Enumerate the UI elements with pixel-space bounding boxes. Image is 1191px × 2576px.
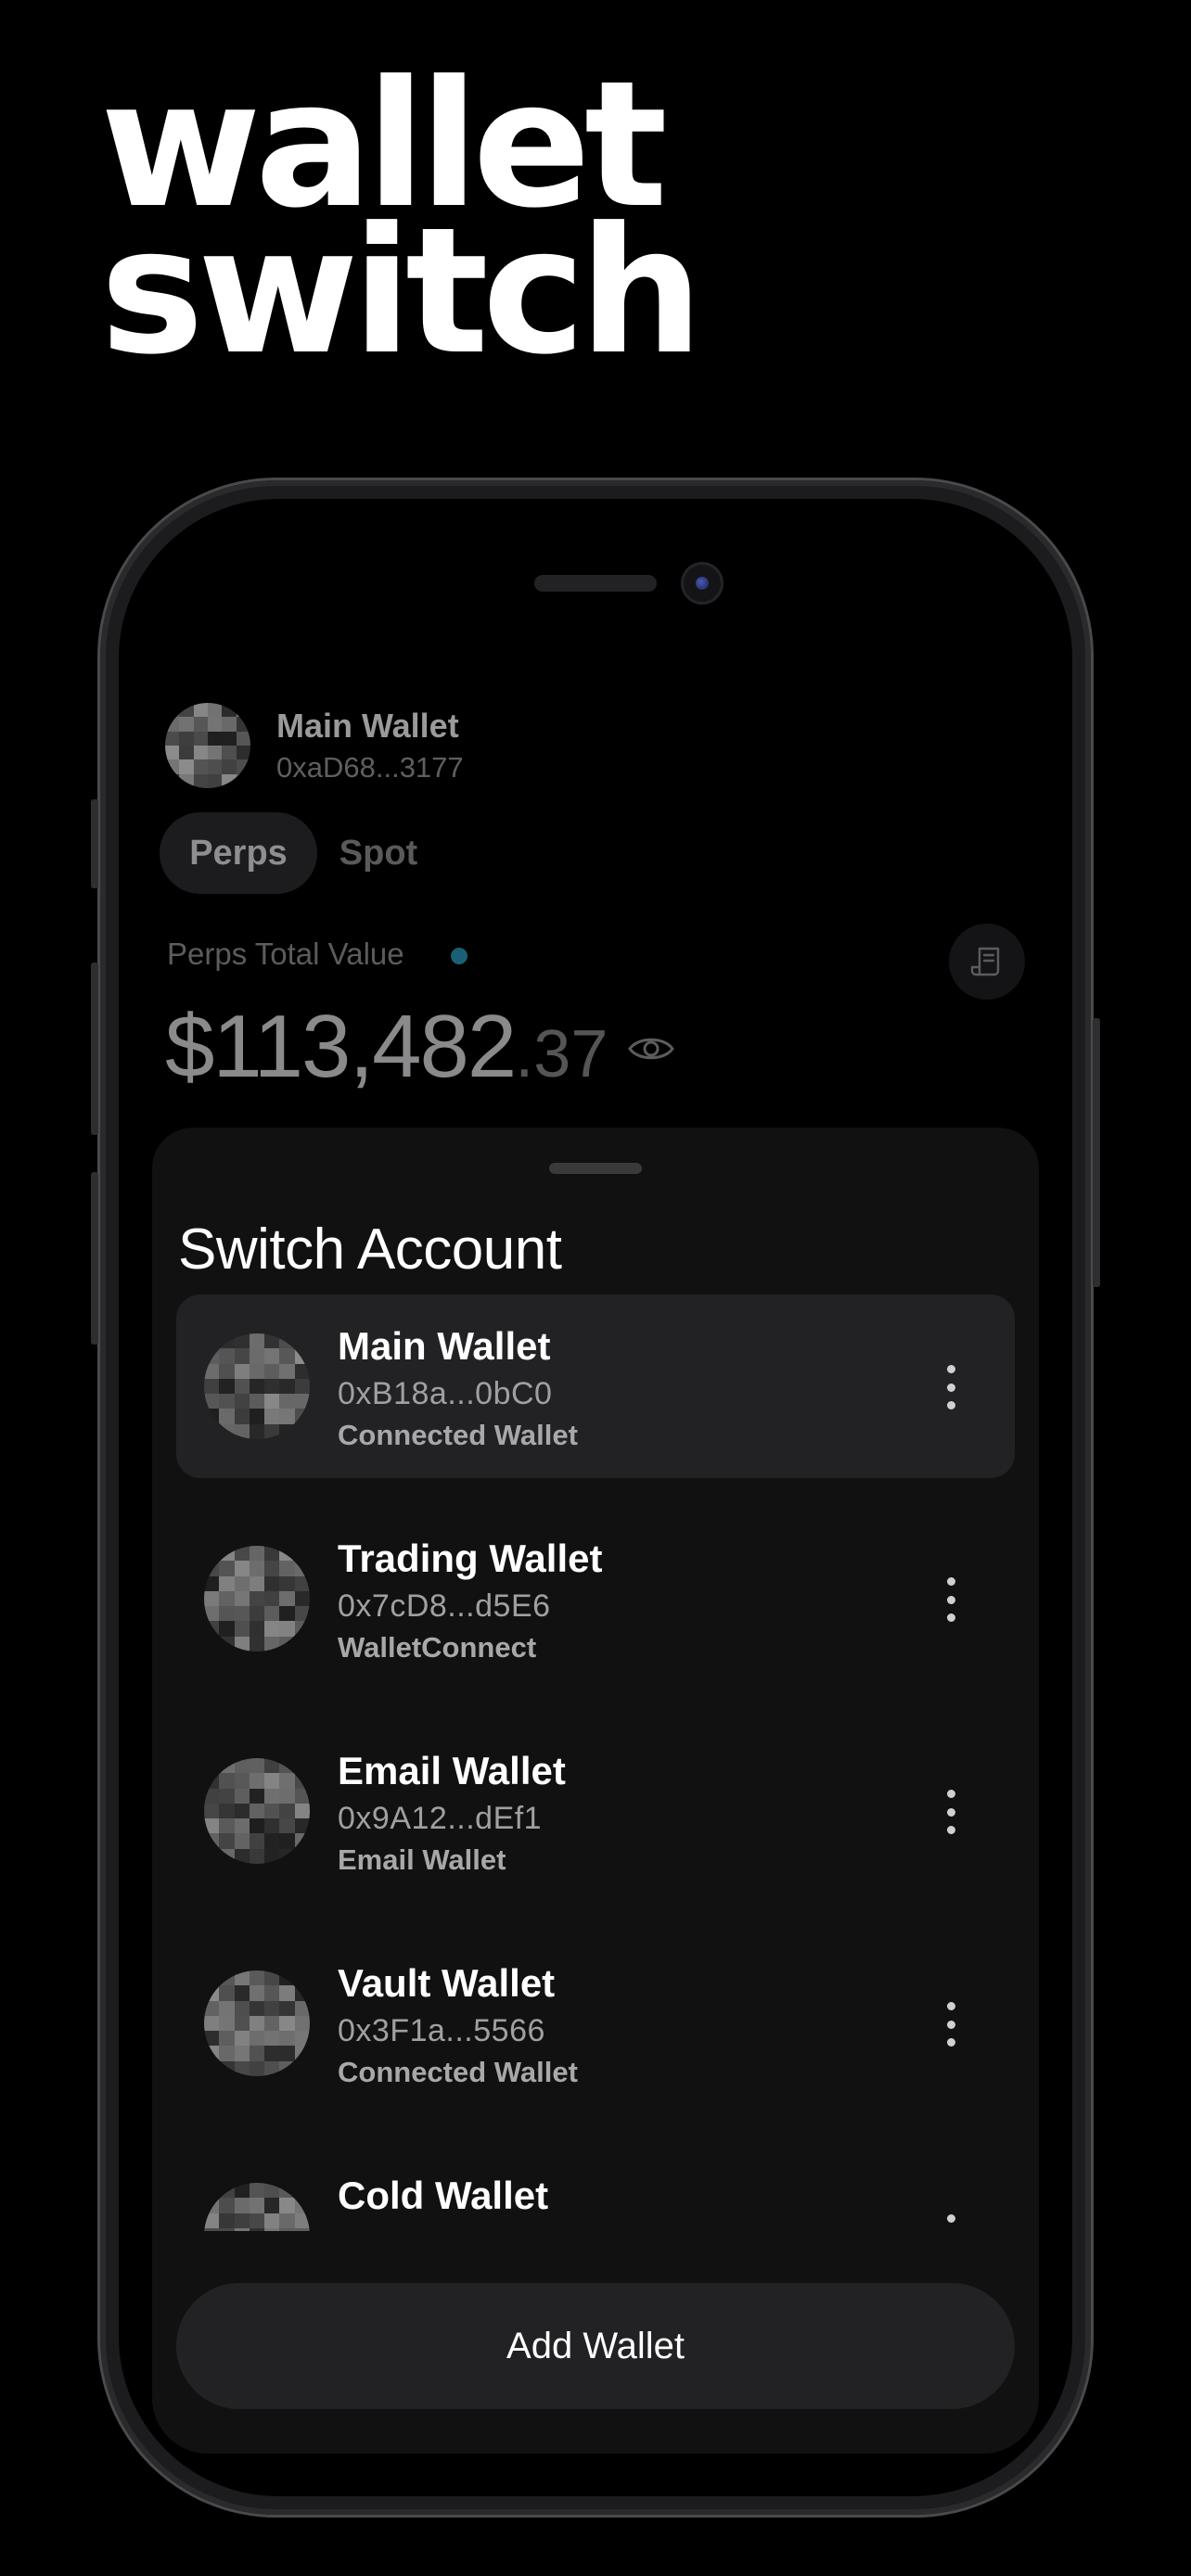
wallet-name: Trading Wallet: [338, 1537, 603, 1580]
wallet-name: Main Wallet: [338, 1324, 551, 1368]
more-vertical-icon[interactable]: [937, 2214, 965, 2231]
power-button: [1093, 1018, 1100, 1287]
wallet-row-main[interactable]: Main Wallet 0xB18a...0bC0 Connected Wall…: [176, 1294, 1015, 1478]
wallet-type: Email Wallet: [338, 1843, 506, 1876]
wallet-type: WalletConnect: [338, 1631, 537, 1664]
wallet-address: 0xB18a...0bC0: [338, 1376, 553, 1411]
more-vertical-icon[interactable]: [937, 2002, 965, 2047]
wallet-type: Connected Wallet: [338, 2056, 578, 2088]
hero-line-2: switch: [100, 190, 703, 393]
toggle-visibility-button[interactable]: [627, 1033, 675, 1069]
wallet-avatar: [204, 1758, 310, 1864]
total-value-label: Perps Total Value: [167, 937, 404, 971]
wallet-address: 0x7cD8...d5E6: [338, 1588, 551, 1624]
wallet-avatar: [204, 1333, 310, 1439]
wallet-row-vault[interactable]: Vault Wallet 0x3F1a...5566 Connected Wal…: [176, 1932, 1015, 2115]
volume-up-button: [91, 963, 98, 1135]
wallet-name: Vault Wallet: [338, 1961, 556, 2005]
wallet-avatar: [204, 1546, 310, 1651]
wallet-list[interactable]: Main Wallet 0xB18a...0bC0 Connected Wall…: [176, 1294, 1015, 2231]
header-wallet-name[interactable]: Main Wallet: [276, 707, 459, 746]
eye-icon: [628, 1038, 674, 1060]
wallet-row-trading[interactable]: Trading Wallet 0x7cD8...d5E6 WalletConne…: [176, 1507, 1015, 1690]
wallet-row-cold[interactable]: Cold Wallet: [176, 2144, 1015, 2231]
volume-down-button: [91, 1172, 98, 1345]
add-wallet-button[interactable]: Add Wallet: [176, 2283, 1015, 2409]
total-value: $113,482.37: [165, 996, 608, 1098]
more-vertical-icon[interactable]: [937, 1365, 965, 1409]
wallet-address: 0x3F1a...5566: [338, 2013, 545, 2048]
wallet-name: Cold Wallet: [338, 2174, 549, 2217]
header-wallet-address: 0xaD68...3177: [276, 751, 464, 784]
receipt-button[interactable]: [949, 924, 1025, 1000]
receipt-icon: [970, 947, 1000, 976]
more-vertical-icon[interactable]: [937, 1790, 965, 1834]
wallet-row-email[interactable]: Email Wallet 0x9A12...dEf1 Email Wallet: [176, 1719, 1015, 1903]
status-dot: [451, 948, 467, 964]
header-avatar[interactable]: [165, 703, 250, 788]
wallet-address: 0x9A12...dEf1: [338, 1801, 543, 1836]
wallet-avatar: [204, 1970, 310, 2076]
hero-title: wallet switch: [100, 58, 703, 393]
total-value-cents: .37: [515, 1017, 608, 1091]
more-vertical-icon[interactable]: [937, 1577, 965, 1622]
wallet-avatar: [204, 2183, 310, 2231]
phone-frame: Main Wallet 0xaD68...3177 Perps Spot Per…: [91, 480, 1100, 2515]
total-value-main: $113,482: [165, 997, 517, 1096]
front-camera: [681, 562, 724, 605]
sheet-title: Switch Account: [178, 1218, 562, 1282]
dynamic-island-speaker: [534, 575, 657, 592]
wallet-name: Email Wallet: [338, 1749, 566, 1792]
switch-account-sheet: Switch Account Main Wallet 0xB18a...0bC0…: [152, 1128, 1039, 2454]
phone-screen: Main Wallet 0xaD68...3177 Perps Spot Per…: [119, 499, 1072, 2496]
wallet-type: Connected Wallet: [338, 1419, 578, 1451]
sheet-grabber[interactable]: [549, 1163, 642, 1174]
tab-perps[interactable]: Perps: [160, 812, 317, 894]
tab-spot[interactable]: Spot: [323, 812, 434, 894]
action-button: [91, 799, 98, 888]
